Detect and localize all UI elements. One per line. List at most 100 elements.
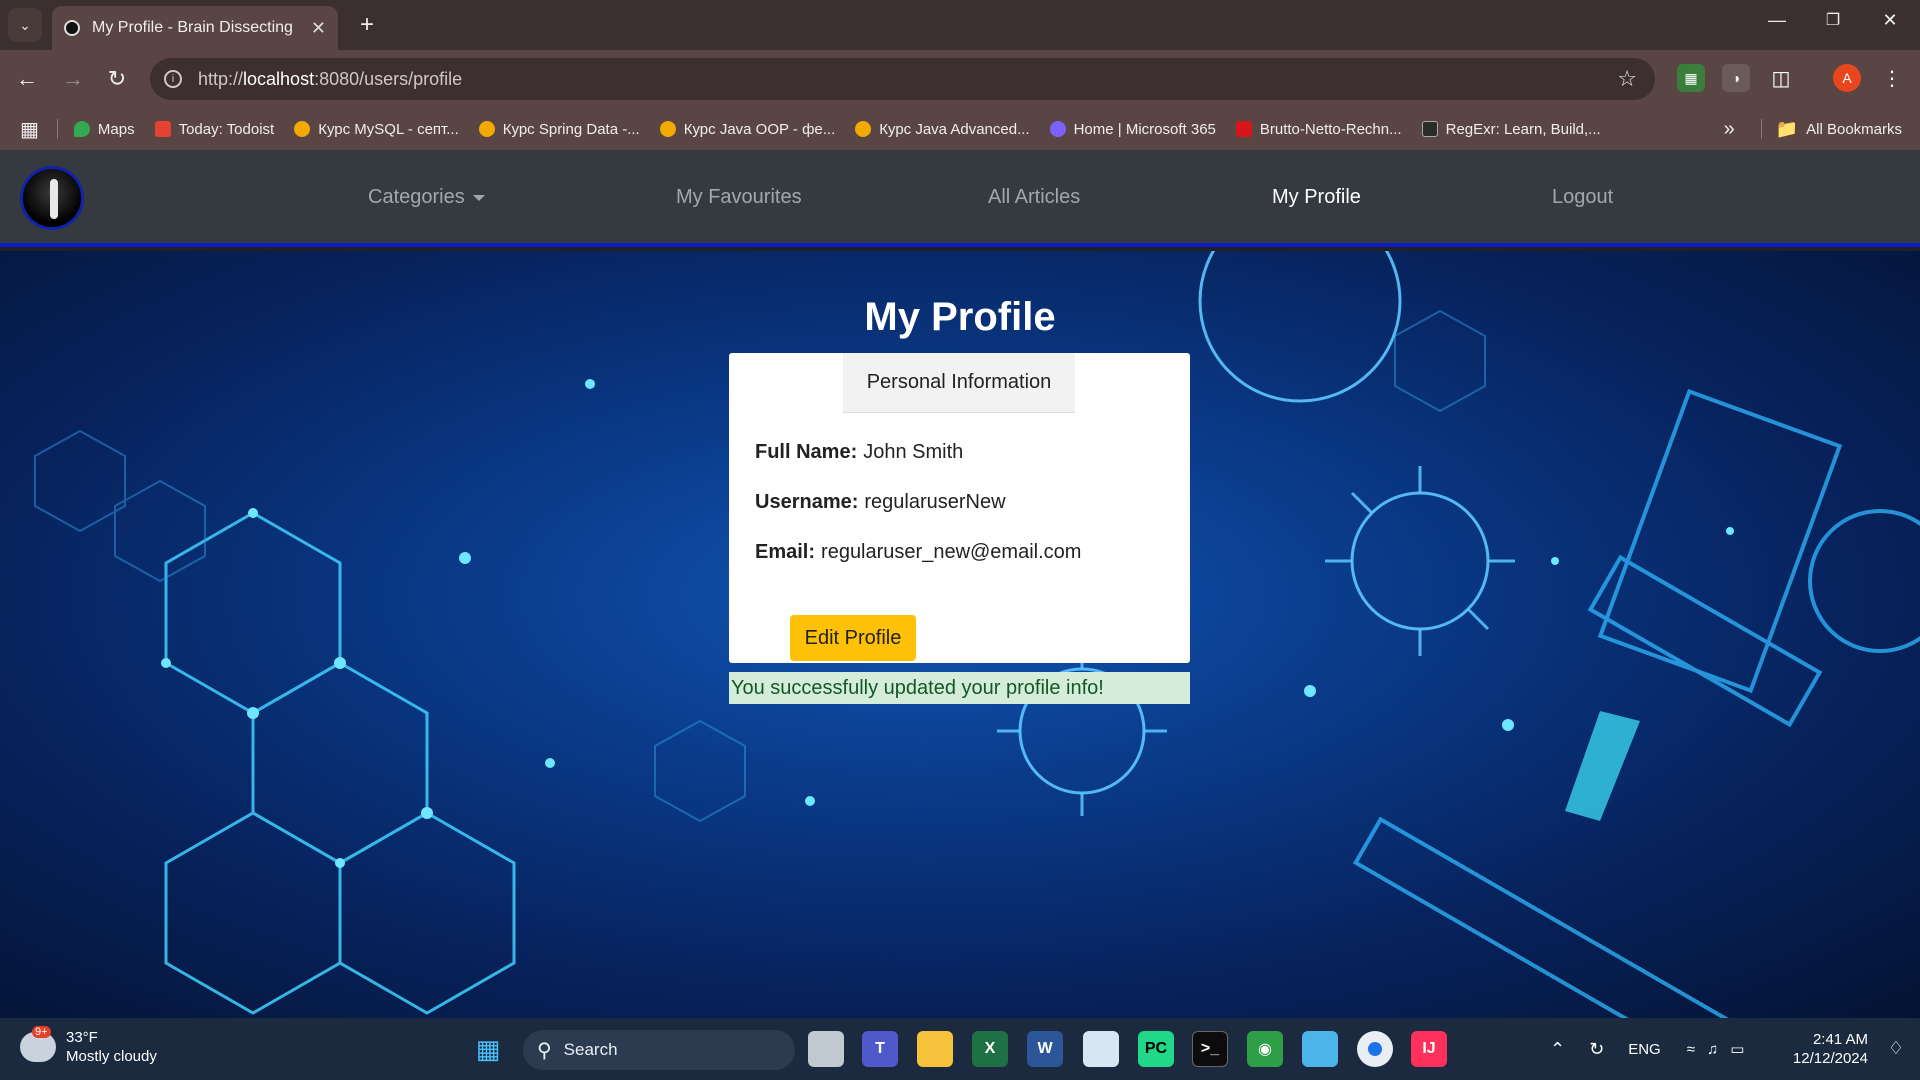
brutto-netto-icon [1235,121,1252,137]
regexr-icon [1421,121,1438,137]
all-bookmarks-link[interactable]: All Bookmarks [1806,121,1902,138]
forward-arrow-icon[interactable]: → [58,64,88,94]
address-bar[interactable]: i http://localhost:8080/users/profile ☆ [150,58,1655,100]
taskbar-search-label: Search [563,1040,618,1059]
restore-window-icon[interactable]: ❐ [1818,10,1848,30]
todoist-icon [154,121,171,137]
full-name-value: John Smith [863,441,964,463]
nav-categories-dropdown[interactable]: Categories [368,186,485,209]
browser-menu-icon[interactable]: ⋮ [1878,64,1906,92]
chrome-icon[interactable] [1357,1031,1393,1067]
taskbar-clock[interactable]: 2:41 AM 12/12/2024 [1793,1030,1868,1068]
input-language[interactable]: ENG [1628,1041,1661,1058]
profile-avatar[interactable]: A [1833,64,1861,92]
more-bookmarks-chevron-icon[interactable]: » [1724,118,1735,141]
browser-toolbar: ← → ↻ i http://localhost:8080/users/prof… [0,50,1920,108]
logo-figure [50,179,58,219]
notepad-icon[interactable] [1302,1031,1338,1067]
browser-tab-active[interactable]: My Profile - Brain Dissecting ✕ [52,6,338,50]
folder-icon: 📁 [1775,118,1799,139]
nav-my-favourites[interactable]: My Favourites [676,186,802,209]
url-prefix: http:// [198,68,244,89]
email-label: Email: [755,541,816,563]
battery-icon[interactable]: ▭ [1730,1040,1744,1058]
course-hexagon-icon [659,121,676,137]
full-name-row: Full Name: John Smith [755,441,963,464]
sync-icon[interactable]: ↻ [1589,1039,1604,1060]
windows-start-icon[interactable]: ▦ [470,1031,506,1067]
edit-profile-button[interactable]: Edit Profile [790,615,916,661]
maps-pin-icon [73,121,90,137]
extensions-puzzle-icon[interactable]: ◫ [1767,64,1795,92]
nav-my-profile[interactable]: My Profile [1272,186,1361,209]
weather-condition: Mostly cloudy [66,1048,157,1065]
terminal-icon[interactable]: >_ [1192,1031,1228,1067]
extension-translate-icon[interactable]: ▦ [1677,64,1705,92]
bookmark-label: Курс Spring Data -... [502,120,640,138]
bookmark-microsoft-365[interactable]: Home | Microsoft 365 [1049,120,1216,138]
bookmarks-bar: ▦ Maps Today: Todoist Курс MySQL - септ.… [0,108,1920,150]
personal-information-tab[interactable]: Personal Information [843,353,1075,413]
bookmarks-right-group: » 📁 All Bookmarks [1724,108,1902,150]
site-navbar: Categories My Favourites All Articles My… [0,150,1920,247]
weather-widget[interactable]: 9+ 33°F Mostly cloudy [20,1026,157,1066]
reload-icon[interactable]: ↻ [102,64,132,94]
bookmarks-separator [56,119,58,139]
back-arrow-icon[interactable]: ← [12,64,42,94]
password-manager-lock-icon[interactable]: ◉ [1247,1031,1283,1067]
teams-icon[interactable]: T [862,1031,898,1067]
show-hidden-icons-chevron-icon[interactable]: ⌃ [1550,1039,1565,1060]
task-view-icon[interactable] [808,1031,844,1067]
apps-grid-icon[interactable]: ▦ [20,117,39,142]
bookmark-label: Home | Microsoft 365 [1073,120,1216,138]
close-tab-icon[interactable]: ✕ [311,18,326,39]
clock-time: 2:41 AM [1812,1031,1868,1048]
windows-taskbar: 9+ 33°F Mostly cloudy ▦ ⚲ Search T X W P… [0,1018,1920,1080]
bookmark-java-advanced-course[interactable]: Курс Java Advanced... [855,120,1030,138]
excel-icon[interactable]: X [972,1031,1008,1067]
new-tab-plus-icon[interactable]: + [352,10,382,40]
course-hexagon-icon [478,121,495,137]
bookmark-brutto-netto[interactable]: Brutto-Netto-Rechn... [1235,121,1402,138]
email-value: regularuser_new@email.com [821,541,1082,563]
url-path: :8080/users/profile [314,68,463,89]
nav-all-articles[interactable]: All Articles [988,186,1080,209]
bookmark-todoist[interactable]: Today: Todoist [154,120,275,138]
bookmark-label: Курс Java Advanced... [879,120,1030,138]
email-row: Email: regularuser_new@email.com [755,541,1081,564]
wifi-icon[interactable]: ≈ [1687,1041,1695,1058]
file-explorer-icon[interactable] [917,1031,953,1067]
bookmark-label: Курс Java OOP - фе... [683,120,836,138]
username-value: regularuserNew [864,491,1006,513]
search-icon: ⚲ [537,1039,552,1062]
bookmark-mysql-course[interactable]: Курс MySQL - септ... [294,121,459,138]
nav-logout[interactable]: Logout [1552,186,1613,209]
tab-search-chevron-icon[interactable]: ⌄ [8,8,42,42]
close-window-icon[interactable]: ✕ [1875,10,1905,31]
bookmark-label: Курс MySQL - септ... [318,120,459,138]
bookmark-regexr[interactable]: RegExr: Learn, Build,... [1421,121,1601,138]
word-icon[interactable]: W [1027,1031,1063,1067]
intellij-icon[interactable]: IJ [1411,1031,1447,1067]
weather-text: 33°F Mostly cloudy [66,1028,157,1066]
taskbar-search-box[interactable]: ⚲ Search [523,1030,795,1070]
bookmark-maps[interactable]: Maps [73,121,135,138]
volume-icon[interactable]: ♫ [1707,1041,1718,1058]
bookmark-spring-data-course[interactable]: Курс Spring Data -... [478,120,640,138]
notification-bell-icon[interactable]: ♢ [1888,1038,1904,1059]
bookmark-star-icon[interactable]: ☆ [1617,66,1637,92]
site-info-icon[interactable]: i [164,70,182,88]
minimize-window-icon[interactable]: — [1762,10,1792,31]
brain-dissecting-logo[interactable] [20,166,84,230]
bookmark-java-oop-course[interactable]: Курс Java OOP - фе... [659,120,836,138]
full-name-label: Full Name: [755,441,858,463]
course-hexagon-icon [294,121,311,137]
pycharm-icon[interactable]: PC [1138,1031,1174,1067]
bookmark-label: Today: Todoist [178,120,275,138]
extension-shield-icon[interactable]: ◑ [1722,64,1750,92]
photos-icon[interactable] [1083,1031,1119,1067]
success-alert: You successfully updated your profile in… [729,672,1190,704]
microsoft-365-icon [1049,121,1066,137]
cloudy-weather-icon: 9+ [20,1026,56,1062]
username-row: Username: regularuserNew [755,491,1006,514]
